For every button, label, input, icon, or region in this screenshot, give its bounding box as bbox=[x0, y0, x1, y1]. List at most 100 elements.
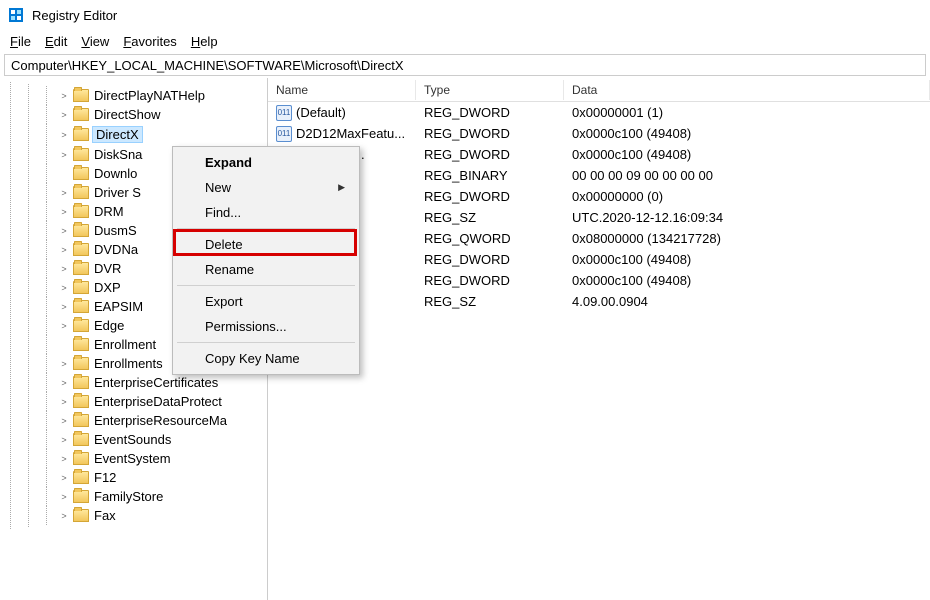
value-type: REG_DWORD bbox=[416, 251, 564, 268]
folder-icon bbox=[73, 319, 89, 332]
expand-icon[interactable]: > bbox=[58, 453, 70, 465]
value-data: 0x00000000 (0) bbox=[564, 188, 930, 205]
cm-permissions[interactable]: Permissions... bbox=[175, 314, 357, 339]
list-row[interactable]: 011laterStart...REG_DWORD0x00000000 (0) bbox=[268, 186, 930, 207]
expand-icon[interactable]: > bbox=[58, 129, 70, 141]
folder-icon bbox=[73, 471, 89, 484]
tree-item-label: DVDNa bbox=[92, 242, 140, 257]
expand-icon[interactable]: > bbox=[58, 301, 70, 313]
col-header-type[interactable]: Type bbox=[416, 80, 564, 100]
value-data: 0x00000001 (1) bbox=[564, 104, 930, 121]
col-header-data[interactable]: Data bbox=[564, 80, 930, 100]
expand-icon[interactable]: > bbox=[58, 225, 70, 237]
value-data: 0x0000c100 (49408) bbox=[564, 251, 930, 268]
expand-icon[interactable]: > bbox=[58, 510, 70, 522]
values-pane[interactable]: Name Type Data 011(Default)REG_DWORD0x00… bbox=[268, 78, 930, 600]
cm-expand[interactable]: Expand bbox=[175, 150, 357, 175]
menu-view[interactable]: View bbox=[75, 32, 115, 51]
expand-icon[interactable]: > bbox=[58, 206, 70, 218]
value-type: REG_DWORD bbox=[416, 188, 564, 205]
folder-icon bbox=[73, 108, 89, 121]
tree-item[interactable]: > DirectShow bbox=[58, 105, 267, 124]
col-header-name[interactable]: Name bbox=[268, 80, 416, 100]
expand-icon[interactable]: > bbox=[58, 415, 70, 427]
list-row[interactable]: 011tureLevelREG_DWORD0x0000c100 (49408) bbox=[268, 249, 930, 270]
expand-icon[interactable]: > bbox=[58, 187, 70, 199]
tree-item-label: Driver S bbox=[92, 185, 143, 200]
tree-item[interactable]: > EnterpriseDataProtect bbox=[58, 392, 267, 411]
expand-icon[interactable]: > bbox=[58, 396, 70, 408]
tree-item[interactable]: > Fax bbox=[58, 506, 267, 525]
tree-item-label: Fax bbox=[92, 508, 118, 523]
list-row[interactable]: 011tureLevelREG_DWORD0x0000c100 (49408) bbox=[268, 270, 930, 291]
folder-icon bbox=[73, 186, 89, 199]
expand-icon[interactable] bbox=[58, 339, 70, 351]
value-data: 0x08000000 (134217728) bbox=[564, 230, 930, 247]
tree-item[interactable]: > F12 bbox=[58, 468, 267, 487]
list-row[interactable]: 011MinFeatur...REG_DWORD0x0000c100 (4940… bbox=[268, 144, 930, 165]
cm-find[interactable]: Find... bbox=[175, 200, 357, 225]
folder-icon bbox=[73, 376, 89, 389]
value-data: 4.09.00.0904 bbox=[564, 293, 930, 310]
expand-icon[interactable]: > bbox=[58, 320, 70, 332]
expand-icon[interactable]: > bbox=[58, 282, 70, 294]
expand-icon[interactable]: > bbox=[58, 263, 70, 275]
folder-icon bbox=[73, 224, 89, 237]
tree-item-label: EAPSIM bbox=[92, 299, 145, 314]
chevron-right-icon: ▶ bbox=[338, 182, 345, 193]
value-name: (Default) bbox=[296, 105, 346, 120]
cm-new[interactable]: New▶ bbox=[175, 175, 357, 200]
app-icon bbox=[8, 7, 24, 23]
cm-rename[interactable]: Rename bbox=[175, 257, 357, 282]
titlebar: Registry Editor bbox=[0, 0, 930, 30]
expand-icon[interactable]: > bbox=[58, 90, 70, 102]
tree-item-label: DusmS bbox=[92, 223, 139, 238]
folder-icon bbox=[73, 338, 89, 351]
context-menu: Expand New▶ Find... Delete Rename Export… bbox=[172, 146, 360, 375]
expand-icon[interactable]: > bbox=[58, 377, 70, 389]
tree-item[interactable]: >EventSystem bbox=[58, 449, 267, 468]
folder-icon bbox=[73, 395, 89, 408]
menu-edit[interactable]: Edit bbox=[39, 32, 73, 51]
address-bar[interactable]: Computer\HKEY_LOCAL_MACHINE\SOFTWARE\Mic… bbox=[4, 54, 926, 76]
list-row[interactable]: 011dVersionREG_BINARY00 00 00 09 00 00 0… bbox=[268, 165, 930, 186]
value-type: REG_SZ bbox=[416, 293, 564, 310]
tree-item-label: DirectPlayNATHelp bbox=[92, 88, 207, 103]
list-row[interactable]: 011D2D12MaxFeatu...REG_DWORD0x0000c100 (… bbox=[268, 123, 930, 144]
tree-item[interactable]: >DirectX bbox=[58, 124, 267, 145]
expand-icon[interactable] bbox=[58, 168, 70, 180]
cm-copy-key-name[interactable]: Copy Key Name bbox=[175, 346, 357, 371]
list-row[interactable]: abREG_SZ4.09.00.0904 bbox=[268, 291, 930, 312]
menu-help[interactable]: Help bbox=[185, 32, 224, 51]
value-data: 0x0000c100 (49408) bbox=[564, 272, 930, 289]
expand-icon[interactable]: > bbox=[58, 491, 70, 503]
expand-icon[interactable]: > bbox=[58, 472, 70, 484]
list-row[interactable]: ablaterStart...REG_SZUTC.2020-12-12.16:0… bbox=[268, 207, 930, 228]
folder-icon bbox=[73, 490, 89, 503]
value-type: REG_BINARY bbox=[416, 167, 564, 184]
menu-favorites[interactable]: Favorites bbox=[117, 32, 182, 51]
expand-icon[interactable]: > bbox=[58, 149, 70, 161]
folder-icon bbox=[73, 89, 89, 102]
value-icon: 011 bbox=[276, 126, 292, 142]
menu-file[interactable]: File bbox=[4, 32, 37, 51]
tree-item-label: DirectShow bbox=[92, 107, 162, 122]
cm-divider bbox=[177, 228, 355, 229]
tree-item[interactable]: > DirectPlayNATHelp bbox=[58, 86, 267, 105]
cm-export[interactable]: Export bbox=[175, 289, 357, 314]
list-row[interactable]: 011(Default)REG_DWORD0x00000001 (1) bbox=[268, 102, 930, 123]
tree-item[interactable]: >EnterpriseCertificates bbox=[58, 373, 267, 392]
folder-icon bbox=[73, 452, 89, 465]
tree-item[interactable]: >EnterpriseResourceMa bbox=[58, 411, 267, 430]
expand-icon[interactable]: > bbox=[58, 109, 70, 121]
expand-icon[interactable]: > bbox=[58, 358, 70, 370]
cm-delete[interactable]: Delete bbox=[175, 232, 357, 257]
expand-icon[interactable]: > bbox=[58, 434, 70, 446]
tree-item[interactable]: >FamilyStore bbox=[58, 487, 267, 506]
list-row[interactable]: 011dicatedVi...REG_QWORD0x08000000 (1342… bbox=[268, 228, 930, 249]
expand-icon[interactable]: > bbox=[58, 244, 70, 256]
tree-item-label: EnterpriseDataProtect bbox=[92, 394, 224, 409]
tree-item-label: F12 bbox=[92, 470, 118, 485]
tree-item[interactable]: >EventSounds bbox=[58, 430, 267, 449]
window-title: Registry Editor bbox=[32, 8, 117, 23]
